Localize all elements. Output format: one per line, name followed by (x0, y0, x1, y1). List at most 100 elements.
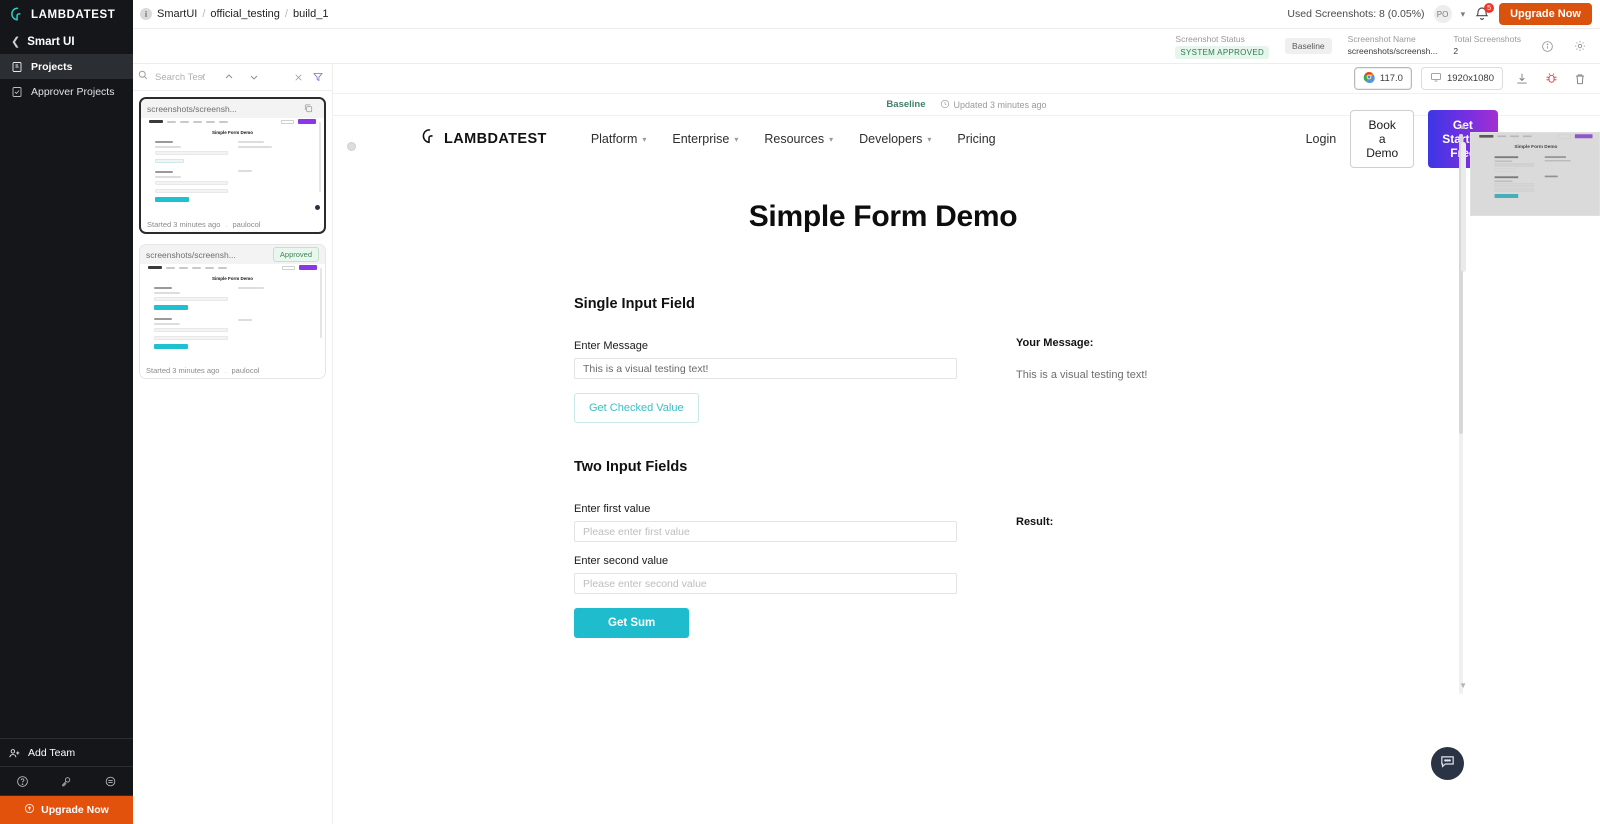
settings-icon[interactable] (101, 771, 121, 791)
screenshot-name-value: screenshots/screensh... (1347, 45, 1438, 56)
nav-item-platform[interactable]: Platform ▾ (591, 132, 647, 146)
nav-item-developers[interactable]: Developers ▾ (859, 132, 931, 146)
search-icon (137, 68, 149, 86)
book-demo-button[interactable]: Book a Demo (1350, 110, 1415, 168)
page-brand[interactable]: LAMBDATEST (421, 128, 547, 150)
close-icon[interactable] (288, 67, 308, 87)
minimap-handle[interactable] (347, 142, 356, 151)
thumb-link (192, 266, 201, 269)
browser-version-chip[interactable]: 117.0 (1353, 67, 1412, 90)
chevron-down-icon: ▾ (927, 134, 932, 144)
info-icon[interactable] (1537, 36, 1557, 56)
screenshot-name-block: Screenshot Name screenshots/screensh... (1348, 34, 1438, 56)
sidebar-upgrade-button[interactable]: Upgrade Now (0, 796, 133, 824)
meta-icon-group (1537, 36, 1590, 56)
second-value-input[interactable] (574, 573, 957, 594)
avatar[interactable]: PO (1433, 5, 1452, 23)
chat-widget-button[interactable] (1431, 747, 1464, 780)
filter-icon[interactable] (308, 67, 328, 87)
card-footer: Started 3 minutes ago . paulocol (140, 362, 325, 378)
trash-icon[interactable] (1570, 69, 1590, 89)
breadcrumb-build: build_1 (292, 8, 329, 20)
screenshot-name-label: Screenshot Name (1347, 33, 1416, 44)
used-screenshots-label: Used Screenshots: 8 (0.05%) (1287, 8, 1425, 20)
thumbnail-render: Simple Form Demo (141, 118, 324, 216)
download-icon[interactable] (1512, 69, 1532, 89)
viewer-updated-label: Updated 3 minutes ago (953, 99, 1047, 110)
scroll-down-icon[interactable]: ▼ (1459, 681, 1467, 690)
nav-item-enterprise[interactable]: Enterprise ▾ (672, 132, 738, 146)
single-input-section: Single Input Field Enter Message Get Che… (333, 296, 1433, 423)
chevron-down-icon[interactable] (243, 66, 265, 88)
minimap-scrollbar[interactable] (1461, 142, 1466, 272)
two-inputs-section: Two Input Fields Enter first value Enter… (333, 459, 1433, 638)
nav-item-resources[interactable]: Resources ▾ (764, 132, 833, 146)
thumb-cta (155, 197, 189, 202)
thumb-label (155, 171, 173, 173)
chevron-left-icon[interactable] (193, 66, 215, 88)
nav-label: Enterprise (672, 132, 730, 146)
sidebar-upgrade-label: Upgrade Now (41, 804, 109, 816)
enter-message-input[interactable] (574, 358, 957, 379)
sidebar-brand-label: LAMBDATEST (31, 8, 116, 21)
bug-icon[interactable] (1541, 69, 1561, 89)
upgrade-now-button[interactable]: Upgrade Now (1499, 3, 1592, 25)
card-header: screenshots/screensh... (141, 99, 324, 118)
toolbar-right-group: 117.0 1920x1080 (1353, 67, 1600, 90)
sidebar-back-smartui[interactable]: ❮ Smart UI (0, 29, 133, 54)
resolution-chip[interactable]: 1920x1080 (1420, 67, 1503, 90)
breadcrumb-smartui[interactable]: SmartUI (157, 8, 197, 20)
minimap-dim-overlay (1471, 133, 1599, 215)
sidebar-logo[interactable]: LAMBDATEST (0, 0, 133, 29)
your-message-value: This is a visual testing text! (1016, 369, 1148, 381)
thumb-link (193, 120, 202, 123)
scroll-up-icon[interactable]: ▲ (1459, 122, 1467, 131)
document-icon (11, 61, 23, 73)
thumb-input (154, 297, 228, 301)
thumb-link (206, 120, 215, 123)
chevron-up-icon[interactable] (218, 66, 240, 88)
screenshot-viewer: Baseline Updated 3 minutes ago LAMBDATES… (333, 94, 1600, 824)
screenshot-card-2[interactable]: screenshots/screensh... Approved Simple … (139, 244, 326, 379)
thumb-button-outline (281, 119, 294, 124)
copy-icon[interactable] (298, 99, 318, 119)
page-actions: Login Book a Demo Get Started Free (1306, 110, 1498, 168)
resolution-label: 1920x1080 (1446, 73, 1494, 84)
header-actions: Used Screenshots: 8 (0.05%) PO ▾ 5 Upgra… (1287, 3, 1600, 25)
login-link[interactable]: Login (1306, 132, 1337, 146)
page-brand-label: LAMBDATEST (444, 131, 547, 147)
card-header: screenshots/screensh... Approved (140, 245, 325, 264)
thumb-col-left (154, 287, 228, 349)
screenshot-card-1[interactable]: screenshots/screensh... Simple Form Demo… (139, 97, 326, 234)
breadcrumb-project[interactable]: official_testing (210, 8, 280, 20)
sidebar-item-approver-projects[interactable]: Approver Projects (0, 79, 133, 104)
gear-icon[interactable] (1570, 36, 1590, 56)
monitor-icon (1430, 71, 1442, 86)
nav-label: Pricing (957, 132, 996, 146)
notifications-button[interactable]: 5 (1474, 3, 1495, 22)
get-sum-button[interactable]: Get Sum (574, 608, 690, 638)
chevron-down-icon[interactable]: ▾ (1461, 9, 1466, 20)
thumb-nav (141, 118, 324, 125)
thumb-link (180, 120, 189, 123)
key-icon[interactable] (56, 771, 76, 791)
sidebar-footer-icons (0, 766, 133, 796)
add-team-button[interactable]: Add Team (0, 738, 133, 766)
thumb-col-right (237, 287, 312, 349)
nav-item-pricing[interactable]: Pricing (957, 132, 995, 146)
total-screenshots-value: 2 (1453, 45, 1459, 56)
first-value-input[interactable] (574, 521, 957, 542)
sidebar-item-projects[interactable]: Projects (0, 54, 133, 79)
minimap-preview[interactable]: Simple Form Demo (1470, 132, 1600, 216)
thumb-button-primary (298, 119, 316, 124)
thumb-link (205, 266, 214, 269)
screenshot-cards: screenshots/screensh... Simple Form Demo… (133, 91, 332, 379)
get-checked-value-button[interactable]: Get Checked Value (574, 393, 699, 423)
thumb-link (219, 120, 228, 123)
thumb-input (154, 328, 228, 332)
thumb-input (155, 189, 228, 193)
viewer-toolbar: 117.0 1920x1080 (133, 64, 1600, 94)
help-icon[interactable] (12, 771, 32, 791)
thumb-col-right (237, 141, 311, 202)
